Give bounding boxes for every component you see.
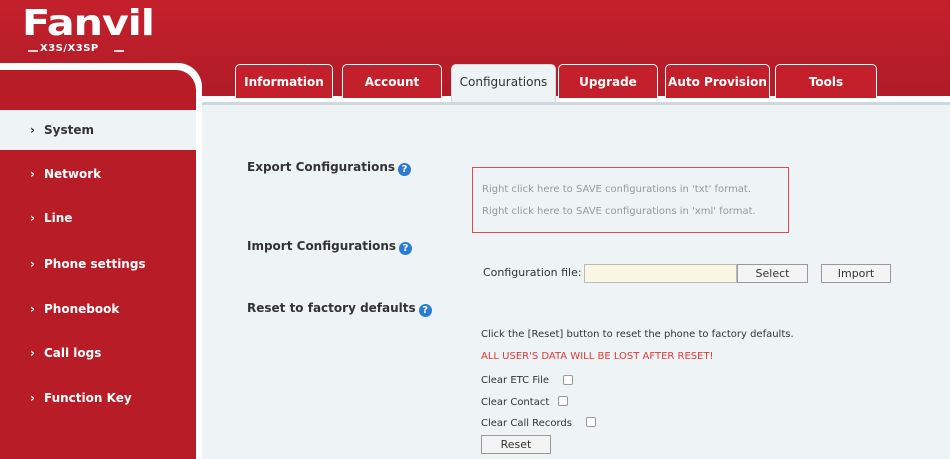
reset-button[interactable]: Reset xyxy=(481,435,551,454)
clear-call-records-label: Clear Call Records xyxy=(481,418,572,429)
clear-call-records-checkbox[interactable] xyxy=(586,417,596,427)
chevron-right-icon: › xyxy=(30,167,35,181)
logo-text: Fanvil xyxy=(22,3,155,44)
sidebar: › System › Network › Line › Phone settings ›… xyxy=(0,70,196,459)
sidebar-item-phonebook[interactable]: › Phonebook xyxy=(0,289,196,329)
chevron-right-icon: › xyxy=(30,302,35,316)
help-icon[interactable]: ? xyxy=(399,242,413,255)
device-model: X3S/X3SP xyxy=(40,43,99,54)
export-txt-link[interactable]: Right click here to SAVE configurations … xyxy=(482,184,751,195)
tab-tools[interactable]: Tools xyxy=(775,64,877,98)
sidebar-item-phone-settings[interactable]: › Phone settings xyxy=(0,244,196,284)
import-configurations-title: Import Configurations? xyxy=(247,239,413,255)
clear-etc-file-checkbox[interactable] xyxy=(563,375,573,385)
logo-decor-right xyxy=(114,50,124,52)
reset-title-text: Reset to factory defaults xyxy=(247,301,416,315)
sidebar-item-function-key[interactable]: › Function Key xyxy=(0,378,196,418)
sidebar-item-label: Line xyxy=(44,211,73,225)
sidebar-item-label: Network xyxy=(44,167,102,181)
sidebar-item-label: Phonebook xyxy=(44,302,120,316)
configurations-panel: Export Configurations? Right click here … xyxy=(202,102,950,459)
export-links-box: Right click here to SAVE configurations … xyxy=(472,167,789,233)
import-button[interactable]: Import xyxy=(821,264,891,283)
clear-contact-checkbox[interactable] xyxy=(558,396,568,406)
clear-etc-file-label: Clear ETC File xyxy=(481,375,550,386)
import-title-text: Import Configurations xyxy=(247,239,397,253)
sidebar-item-label: Call logs xyxy=(44,346,102,360)
help-icon[interactable]: ? xyxy=(418,304,432,317)
sidebar-item-line[interactable]: › Line xyxy=(0,198,196,238)
export-title-text: Export Configurations xyxy=(247,160,396,174)
reset-factory-defaults-title: Reset to factory defaults? xyxy=(247,301,432,317)
sidebar-item-call-logs[interactable]: › Call logs xyxy=(0,333,196,373)
chevron-right-icon: › xyxy=(30,123,35,137)
sidebar-item-label: Function Key xyxy=(44,391,132,405)
select-file-button[interactable]: Select xyxy=(737,264,808,283)
chevron-right-icon: › xyxy=(30,257,35,271)
sidebar-item-network[interactable]: › Network xyxy=(0,154,196,194)
logo-decor-left xyxy=(28,50,38,52)
reset-info-text: Click the [Reset] button to reset the ph… xyxy=(481,329,794,340)
sidebar-item-system[interactable]: › System xyxy=(0,110,196,150)
export-xml-link[interactable]: Right click here to SAVE configurations … xyxy=(482,206,756,217)
tab-configurations[interactable]: Configurations xyxy=(451,64,556,102)
sidebar-item-label: Phone settings xyxy=(44,257,146,271)
reset-warning-text: ALL USER'S DATA WILL BE LOST AFTER RESET… xyxy=(481,351,714,362)
configuration-file-label: Configuration file: xyxy=(483,266,582,279)
tab-auto-provision[interactable]: Auto Provision xyxy=(665,64,770,98)
sidebar-item-label: System xyxy=(44,123,94,137)
chevron-right-icon: › xyxy=(30,391,35,405)
export-configurations-title: Export Configurations? xyxy=(247,160,412,176)
configuration-file-input[interactable] xyxy=(584,264,737,283)
tab-upgrade[interactable]: Upgrade xyxy=(558,64,658,98)
clear-contact-label: Clear Contact xyxy=(481,397,550,408)
tab-account[interactable]: Account xyxy=(342,64,442,98)
help-icon[interactable]: ? xyxy=(398,163,412,176)
fanvil-logo: Fanvil X3S/X3SP xyxy=(22,6,155,62)
chevron-right-icon: › xyxy=(30,211,35,225)
chevron-right-icon: › xyxy=(30,346,35,360)
top-tab-bar: Information Account Configurations Upgra… xyxy=(200,60,950,102)
tab-information[interactable]: Information xyxy=(235,64,333,98)
